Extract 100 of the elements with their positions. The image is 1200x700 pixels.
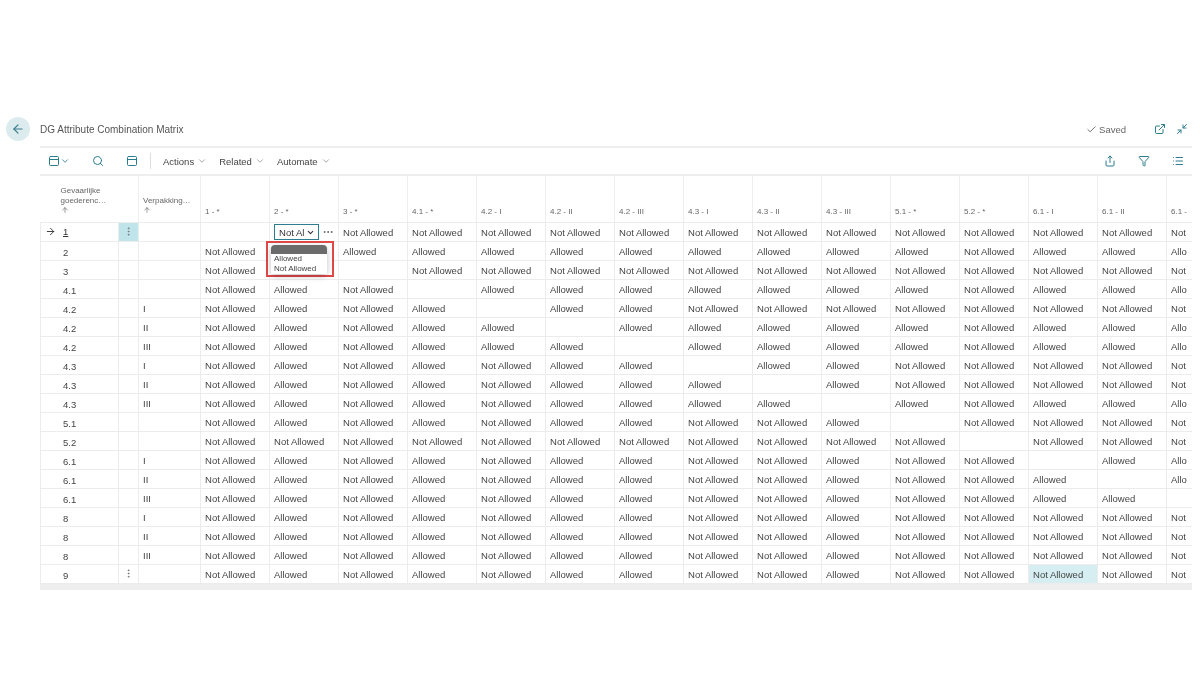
- table-cell: Allowed: [826, 378, 860, 390]
- column-header[interactable]: 3 - *: [343, 207, 358, 216]
- menu-button[interactable]: Automate: [276, 155, 331, 167]
- table-cell: Allowed: [274, 321, 308, 333]
- table-cell: Not: [1171, 378, 1186, 390]
- table-cell: Not Allowed: [205, 302, 256, 314]
- column-header[interactable]: 6.1 -: [1171, 207, 1188, 216]
- column-header[interactable]: 4.2 - III: [619, 207, 644, 216]
- table-cell: II: [143, 530, 149, 542]
- table-cell: Allowed: [1033, 473, 1067, 485]
- table-cell: Not Allowed: [343, 302, 394, 314]
- table-cell: Allowed: [274, 492, 308, 504]
- table-cell: Allowed: [274, 473, 308, 485]
- share-icon[interactable]: [1104, 155, 1116, 167]
- column-header[interactable]: 6.1 - I: [1033, 207, 1054, 216]
- column-header[interactable]: 4.1 - *: [412, 207, 434, 216]
- list-icon[interactable]: [1172, 155, 1184, 167]
- table-cell: Allowed: [757, 397, 791, 409]
- table-cell: 8: [63, 513, 69, 525]
- table-cell: Allowed: [826, 473, 860, 485]
- table-cell: Allowed: [1102, 397, 1136, 409]
- table-cell: Allowed: [826, 511, 860, 523]
- table-cell: Not Allowed: [895, 473, 946, 485]
- column-header[interactable]: 4.3 - II: [757, 207, 780, 216]
- dropdown-field[interactable]: Not Al: [274, 224, 319, 240]
- table-cell: Allowed: [895, 321, 929, 333]
- table-cell: Not Allowed: [964, 264, 1015, 276]
- open-new-window-icon[interactable]: [1154, 123, 1166, 135]
- table-cell: Not Allowed: [343, 473, 394, 485]
- table-cell: Not Allowed: [412, 435, 463, 447]
- table-cell: Allowed: [619, 321, 653, 333]
- table-cell: 6.1: [63, 456, 77, 468]
- table-cell: Not Allowed: [964, 473, 1015, 485]
- table-cell: Not: [1171, 264, 1186, 276]
- panel-icon[interactable]: [126, 155, 138, 167]
- table-cell: I: [143, 511, 146, 523]
- chevron-icon[interactable]: [60, 156, 70, 166]
- column-header[interactable]: 4.2 - II: [550, 207, 573, 216]
- table-cell: Allowed: [412, 302, 446, 314]
- table-cell: 3: [63, 266, 69, 278]
- search-icon[interactable]: [92, 155, 104, 167]
- table-cell: Not Allowed: [274, 435, 325, 447]
- dropdown-option[interactable]: Not Allowed: [271, 264, 327, 274]
- table-cell: Not Allowed: [964, 378, 1015, 390]
- column-header[interactable]: 6.1 - II: [1102, 207, 1125, 216]
- table-cell: Not Allowed: [964, 226, 1015, 238]
- table-cell: 4.2: [63, 323, 77, 335]
- table-cell: Allowed: [274, 549, 308, 561]
- table-cell: Allowed: [1102, 283, 1136, 295]
- column-header[interactable]: 2 - *: [274, 207, 289, 216]
- menu-button[interactable]: Related: [219, 155, 265, 167]
- back-button[interactable]: [6, 117, 30, 141]
- table-cell: Allowed: [619, 454, 653, 466]
- table-cell: Not Allowed: [895, 435, 946, 447]
- table-cell: Not Allowed: [412, 226, 463, 238]
- table-cell: Allowed: [619, 302, 653, 314]
- table-cell: Not Allowed: [205, 416, 256, 428]
- dropdown-option[interactable]: Allowed: [271, 254, 327, 264]
- table-cell: Not: [1171, 302, 1186, 314]
- table-cell: Not Allowed: [964, 283, 1015, 295]
- table-cell: Allowed: [619, 416, 653, 428]
- table-cell: Not Allowed: [1033, 435, 1084, 447]
- column-header[interactable]: 4.2 - I: [481, 207, 502, 216]
- menu-button[interactable]: Actions: [163, 155, 208, 167]
- table-cell: III: [143, 340, 151, 352]
- row-code-link[interactable]: 1: [63, 225, 69, 237]
- table-cell: Allowed: [826, 245, 860, 257]
- table-cell: Not Allowed: [964, 530, 1015, 542]
- collapse-icon[interactable]: [1176, 123, 1188, 135]
- table-cell: Allowed: [1033, 397, 1067, 409]
- table-cell: III: [143, 549, 151, 561]
- table-cell: Allowed: [757, 321, 791, 333]
- table-cell: Not Allowed: [1033, 264, 1084, 276]
- table-cell: Allowed: [412, 473, 446, 485]
- table-cell: Allowed: [826, 530, 860, 542]
- table-cell: Not Allowed: [895, 511, 946, 523]
- table-cell: Allowed: [550, 473, 584, 485]
- column-header[interactable]: 5.2 - *: [964, 207, 986, 216]
- table-cell: Not Allowed: [343, 283, 394, 295]
- table-cell: Not Allowed: [343, 568, 394, 580]
- filter-icon[interactable]: [1138, 155, 1150, 167]
- column-header[interactable]: 4.3 - III: [826, 207, 851, 216]
- column-header[interactable]: 5.1 - *: [895, 207, 917, 216]
- table-cell: Allowed: [412, 511, 446, 523]
- column-header[interactable]: 4.3 - I: [688, 207, 709, 216]
- table-cell: Not Allowed: [1102, 416, 1153, 428]
- table-cell: Not Allowed: [895, 530, 946, 542]
- table-cell: Allowed: [481, 321, 515, 333]
- table-cell: Allowed: [412, 568, 446, 580]
- table-cell: Allowed: [550, 492, 584, 504]
- table-cell: Allowed: [274, 378, 308, 390]
- table-cell: Not Allowed: [205, 378, 256, 390]
- table-cell: Not Allowed: [964, 340, 1015, 352]
- view-switch-icon[interactable]: [48, 155, 60, 167]
- table-cell: Allowed: [688, 245, 722, 257]
- table-cell: Not Allowed: [895, 226, 946, 238]
- column-header[interactable]: 1 - *: [205, 207, 220, 216]
- table-cell: Not Allowed: [688, 226, 739, 238]
- column-header[interactable]: Gevaarlijke goederenc…: [60, 186, 134, 206]
- column-header[interactable]: Verpakking…: [143, 196, 196, 206]
